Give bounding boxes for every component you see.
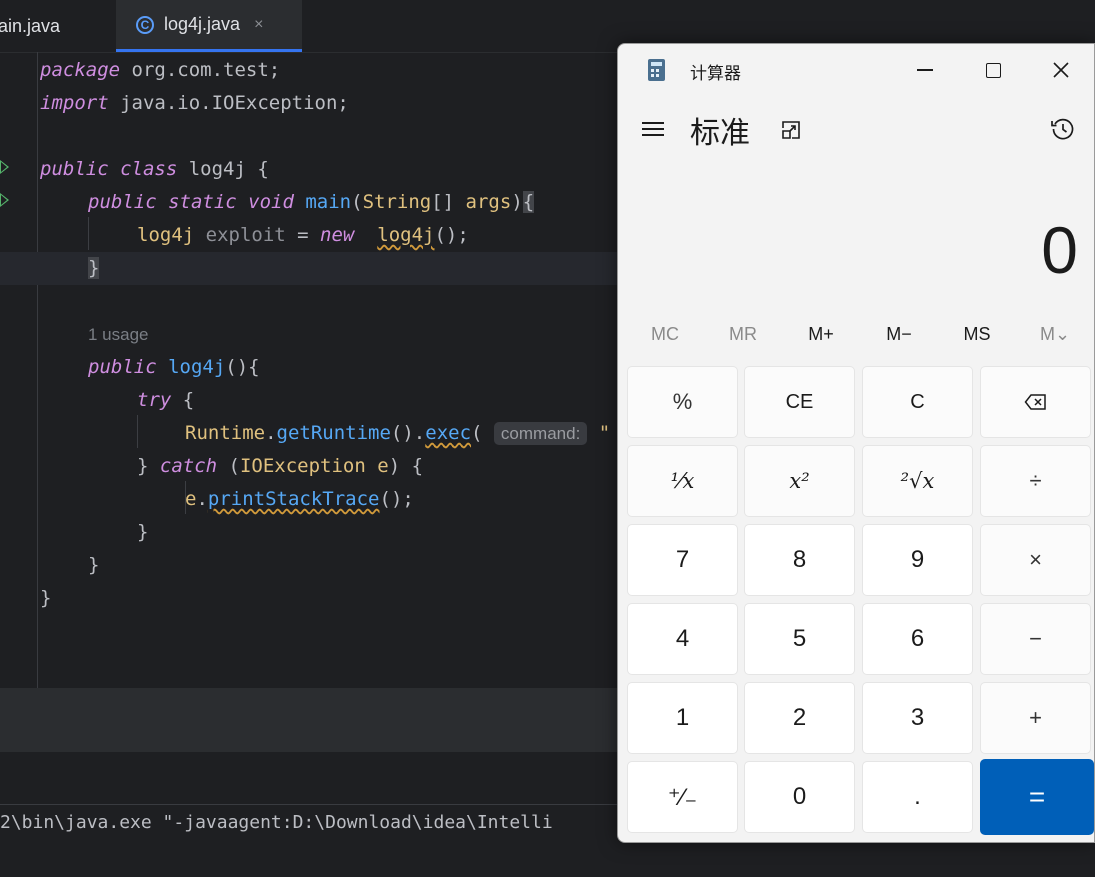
digit-8-button[interactable]: 8 bbox=[744, 524, 855, 596]
keep-on-top-icon[interactable] bbox=[780, 119, 802, 141]
clear-button[interactable]: C bbox=[862, 366, 973, 438]
digit-2-button[interactable]: 2 bbox=[744, 682, 855, 754]
tab-main-java[interactable]: lain.java bbox=[0, 0, 116, 52]
code-line-6: log4j exploit = new log4j(); bbox=[137, 224, 469, 246]
usage-hint[interactable]: 1 usage bbox=[88, 318, 149, 351]
maximize-button[interactable] bbox=[970, 52, 1016, 88]
tab-label: log4j.java bbox=[164, 14, 241, 34]
parameter-hint: command: bbox=[493, 422, 588, 445]
code-line-15: } bbox=[88, 554, 100, 576]
memory-clear-button[interactable]: MC bbox=[626, 324, 704, 345]
backspace-button[interactable] bbox=[980, 366, 1091, 438]
memory-subtract-button[interactable]: M− bbox=[860, 324, 938, 345]
digit-1-button[interactable]: 1 bbox=[627, 682, 738, 754]
code-line-7: } bbox=[88, 257, 100, 279]
code-editor[interactable]: package org.com.test; import java.io.IOE… bbox=[0, 52, 618, 688]
close-icon bbox=[1053, 62, 1069, 78]
memory-recall-button[interactable]: MR bbox=[704, 324, 782, 345]
calculator-window: 计算器 标准 0 MC MR M+ M− MS M⌄ % CE C ¹⁄x x²… bbox=[617, 43, 1095, 843]
window-title: 计算器 bbox=[690, 64, 741, 83]
square-root-button[interactable]: ²√x bbox=[862, 445, 973, 517]
run-main-icon[interactable] bbox=[0, 193, 9, 207]
backspace-icon bbox=[1024, 394, 1046, 410]
plus-button[interactable]: + bbox=[980, 682, 1091, 754]
square-button[interactable]: x² bbox=[744, 445, 855, 517]
digit-9-button[interactable]: 9 bbox=[862, 524, 973, 596]
console-output-line: 2\bin\java.exe "-javaagent:D:\Download\i… bbox=[0, 812, 553, 833]
digit-7-button[interactable]: 7 bbox=[627, 524, 738, 596]
digit-3-button[interactable]: 3 bbox=[862, 682, 973, 754]
calculator-mode-title: 标准 bbox=[690, 117, 750, 150]
editor-bottom-panel bbox=[0, 688, 618, 752]
code-line-5: public static void main(String[] args){ bbox=[88, 191, 535, 213]
decimal-button[interactable]: . bbox=[862, 761, 973, 833]
digit-6-button[interactable]: 6 bbox=[862, 603, 973, 675]
maximize-icon bbox=[985, 62, 1001, 78]
memory-store-button[interactable]: MS bbox=[938, 324, 1016, 345]
minimize-icon bbox=[917, 69, 933, 71]
hamburger-icon bbox=[642, 122, 664, 124]
digit-4-button[interactable]: 4 bbox=[627, 603, 738, 675]
digit-5-button[interactable]: 5 bbox=[744, 603, 855, 675]
memory-row: MC MR M+ M− MS M⌄ bbox=[626, 324, 1090, 352]
code-line-11: Runtime.getRuntime().exec( command: " bbox=[185, 422, 611, 445]
result-display: 0 bbox=[1041, 213, 1078, 287]
equals-button[interactable]: = bbox=[980, 759, 1094, 835]
close-button[interactable] bbox=[1038, 52, 1084, 88]
indent-guide bbox=[88, 217, 89, 250]
code-line-12: } catch (IOException e) { bbox=[137, 455, 424, 477]
reciprocal-button[interactable]: ¹⁄x bbox=[627, 445, 738, 517]
close-icon[interactable]: × bbox=[254, 16, 263, 34]
multiply-button[interactable]: × bbox=[980, 524, 1091, 596]
code-line-16: } bbox=[40, 587, 52, 609]
code-line-13: e.printStackTrace(); bbox=[185, 488, 414, 510]
history-icon[interactable] bbox=[1050, 116, 1076, 142]
code-line-10: try { bbox=[137, 389, 195, 411]
tab-log4j-java[interactable]: C log4j.java × bbox=[116, 0, 302, 52]
memory-add-button[interactable]: M+ bbox=[782, 324, 860, 345]
code-line-1: package org.com.test; bbox=[40, 59, 281, 81]
title-bar[interactable]: 计算器 bbox=[618, 44, 1094, 96]
percent-button[interactable]: % bbox=[627, 366, 738, 438]
indent-guide bbox=[137, 415, 138, 448]
run-class-icon[interactable] bbox=[0, 160, 9, 174]
run-console-toolbar bbox=[0, 752, 618, 805]
code-line-9: public log4j(){ bbox=[88, 356, 260, 378]
digit-0-button[interactable]: 0 bbox=[744, 761, 855, 833]
minimize-button[interactable] bbox=[902, 52, 948, 88]
minus-button[interactable]: − bbox=[980, 603, 1091, 675]
tab-label: lain.java bbox=[0, 15, 61, 36]
negate-button[interactable]: ⁺⁄₋ bbox=[627, 761, 738, 833]
divide-button[interactable]: ÷ bbox=[980, 445, 1091, 517]
code-line-4: public class log4j { bbox=[40, 158, 269, 180]
code-line-2: import java.io.IOException; bbox=[40, 92, 349, 114]
calculator-app-icon bbox=[648, 59, 665, 81]
clear-entry-button[interactable]: CE bbox=[744, 366, 855, 438]
java-class-icon: C bbox=[136, 15, 154, 34]
navigation-menu-button[interactable] bbox=[642, 118, 666, 140]
code-line-14: } bbox=[137, 521, 149, 543]
memory-list-button[interactable]: M⌄ bbox=[1016, 324, 1094, 345]
